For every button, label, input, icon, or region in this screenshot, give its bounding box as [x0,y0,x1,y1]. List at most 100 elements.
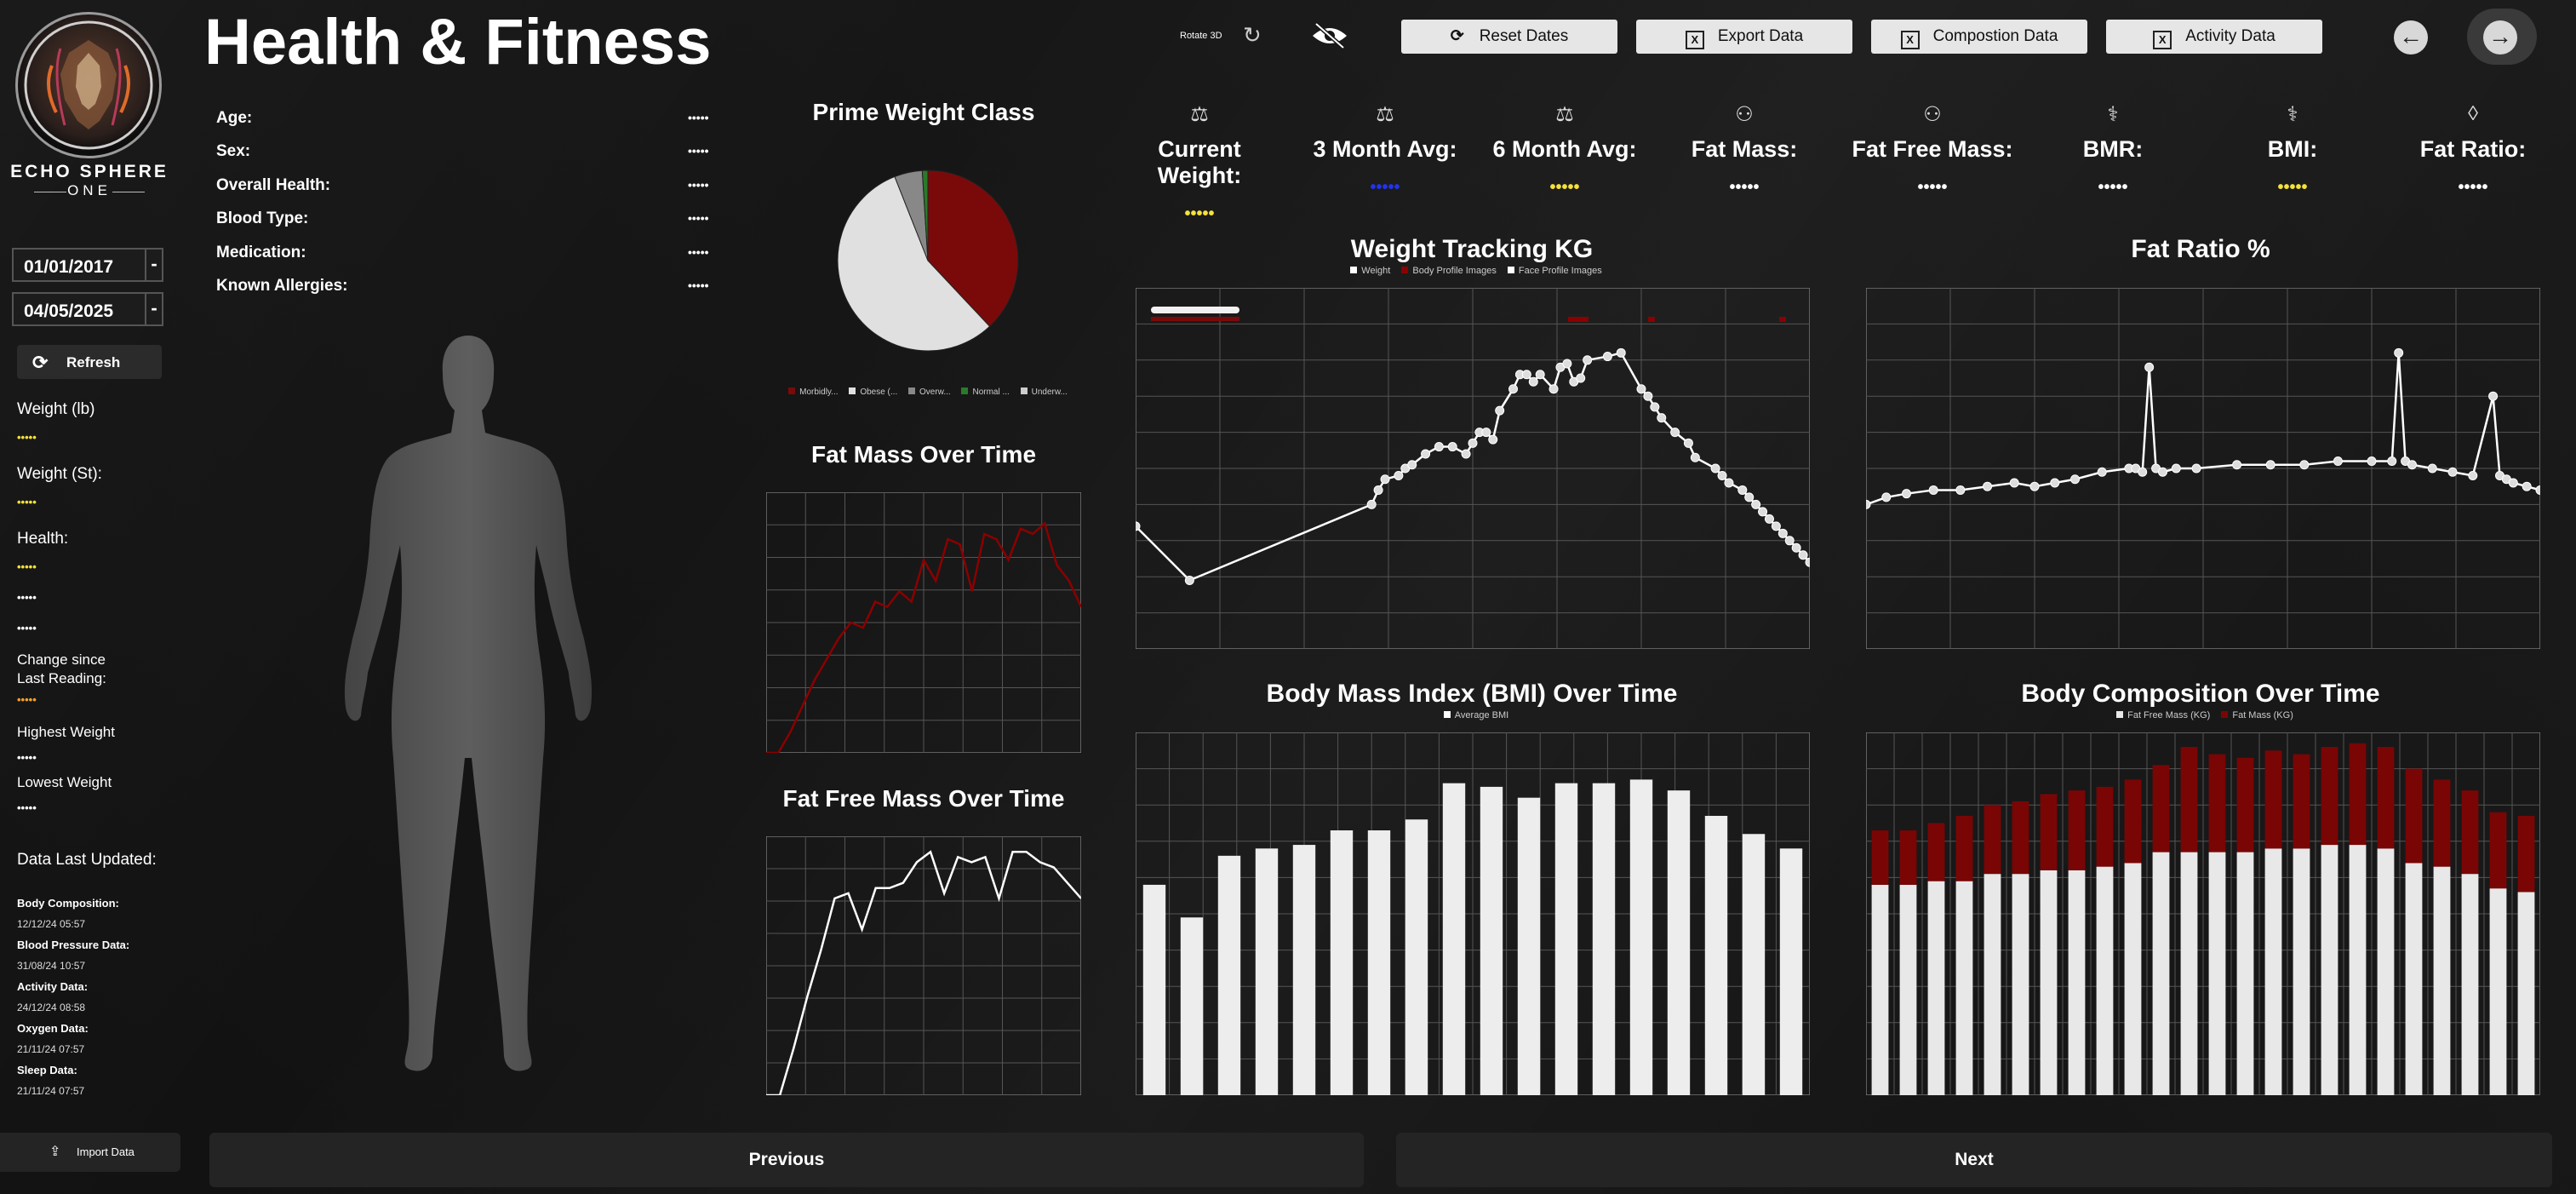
start-date-dropdown-button[interactable]: - [145,250,162,280]
3-month-avg-value: ••••• [1370,178,1400,197]
bmi-bar [1142,884,1166,1095]
current-weight-value: ••••• [1184,204,1215,223]
legend-swatch-overweight [908,387,915,394]
overall-health-label: Overall Health: [216,176,331,194]
fat-mass-line-chart[interactable] [766,492,1081,753]
fat-mass-bar [2124,779,2142,864]
excel-icon: X [2153,31,2172,49]
weight-point [1468,438,1478,448]
export-data-button[interactable]: X Export Data [1636,20,1852,54]
brand-name: ECHO SPHERE [10,162,169,181]
fat-mass-bar [2405,768,2423,864]
fat-free-mass-bar [2124,863,2142,1095]
activity-data-button[interactable]: X Activity Data [2106,20,2322,54]
fat-free-mass-bar [2405,863,2423,1095]
fat-ratio-point [2299,460,2310,470]
fat-free-mass-label: Fat Free Mass: [1852,136,2013,162]
bmr-icon: ⚕ [2287,103,2298,126]
health-extra-value-1: ••••• [17,591,37,604]
activity-data-label: Activity Data [2185,27,2275,45]
end-date-dropdown-button[interactable]: - [145,294,162,324]
weight-point [1670,428,1680,438]
bmi-bar [1517,797,1541,1095]
fat-mass-bar [2517,815,2535,893]
reset-dates-button[interactable]: ⟳ Reset Dates [1401,20,1617,54]
weight-tracking-line-chart[interactable] [1136,288,1810,649]
weight-point [1407,460,1417,470]
change-since-label: Change since Last Reading: [17,652,106,686]
bmi-bar [1330,830,1354,1095]
metric-6-month-avg: ⚖ 6 Month Avg: ••••• [1482,102,1647,198]
metric-fat-free-mass: ⚇ Fat Free Mass: ••••• [1847,102,2018,198]
body-profile-image-marker [1568,317,1589,322]
current-weight-label: Current Weight: [1157,136,1242,188]
3-month-avg-label: 3 Month Avg: [1313,136,1457,162]
fat-free-mass-bar [2096,866,2114,1095]
fat-ratio-point [2232,460,2242,470]
weight-point [1508,384,1519,394]
fat-ratio-point [2407,460,2418,470]
start-date-input[interactable]: 01/01/2017 - [12,248,163,282]
fat-ratio-point [2157,467,2167,477]
fat-ratio-line-chart[interactable] [1866,288,2540,649]
import-data-button[interactable]: ⇪ Import Data [0,1133,180,1172]
lion-logo [15,12,162,158]
body-profile-image-marker [1648,317,1655,322]
bmi-legend: Average BMI [1136,710,1808,720]
rotate-icon[interactable]: ↻ [1243,22,1262,49]
eye-slash-icon[interactable] [1311,22,1348,49]
bmi-bar-chart[interactable] [1136,732,1810,1095]
weight-point [1548,384,1559,394]
fat-ratio-point [1866,499,1871,509]
fat-free-mass-value: ••••• [1917,178,1948,197]
metric-bmi: ⚕ BMI: ••••• [2210,102,2375,198]
fat-free-mass-bar [2489,888,2507,1095]
fat-mass-bar [2264,750,2282,849]
forward-button[interactable]: → [2483,20,2517,55]
fat-mass-bar [2377,747,2395,849]
fat-free-mass-line-chart[interactable] [766,836,1081,1095]
back-button[interactable]: ← [2394,20,2428,55]
fat-ratio-point [2468,470,2478,480]
end-date-input[interactable]: 04/05/2025 - [12,292,163,326]
fat-free-mass-bar [2293,848,2310,1095]
fat-ratio-point [2447,467,2458,477]
fat-ratio-point [1902,489,1912,499]
bmi-label: BMI: [2267,136,2318,162]
fat-ratio-point [1881,492,1892,502]
fat-free-mass-bar [1927,881,1945,1095]
prime-weight-pie-chart[interactable] [817,150,1039,371]
bmi-value: ••••• [2277,178,2308,197]
3d-body-model[interactable] [315,332,621,1082]
blood-type-value: ••••• [688,211,709,225]
next-button[interactable]: Next [1396,1133,2552,1187]
bmi-bar [1480,786,1503,1095]
legend-swatch-normal [961,387,969,394]
fat-free-mass-bar [2208,852,2226,1095]
fat-mass-bar [2293,754,2310,849]
bmi-bar [1704,815,1728,1095]
weight-point [1394,470,1404,480]
weight-point [1602,352,1612,362]
weight-point [1447,442,1457,452]
weight-point [1784,536,1795,546]
fat-ratio-point [2097,467,2107,477]
composition-data-button[interactable]: X Compostion Data [1871,20,2087,54]
legend-underweight: Underw... [1031,387,1068,397]
body-composition-stacked-bar-chart[interactable] [1866,732,2540,1095]
export-data-label: Export Data [1717,27,1804,45]
fat-ratio-point [2333,456,2343,467]
fat-ratio-point [2171,463,2181,474]
fat-ratio-point [1955,485,1966,495]
previous-button[interactable]: Previous [209,1133,1364,1187]
refresh-button[interactable]: ⟳ Refresh [17,345,162,379]
fat-mass-bar [2012,801,2029,875]
bmi-bar [1629,779,1653,1095]
health-value: ••••• [17,560,37,573]
refresh-label: Refresh [66,354,121,370]
bmi-bar [1554,783,1578,1095]
update-sleep-label: Sleep Data: [17,1064,77,1076]
fat-mass-bar [2152,765,2170,852]
weight-point [1690,452,1700,462]
reset-dates-label: Reset Dates [1479,27,1569,45]
